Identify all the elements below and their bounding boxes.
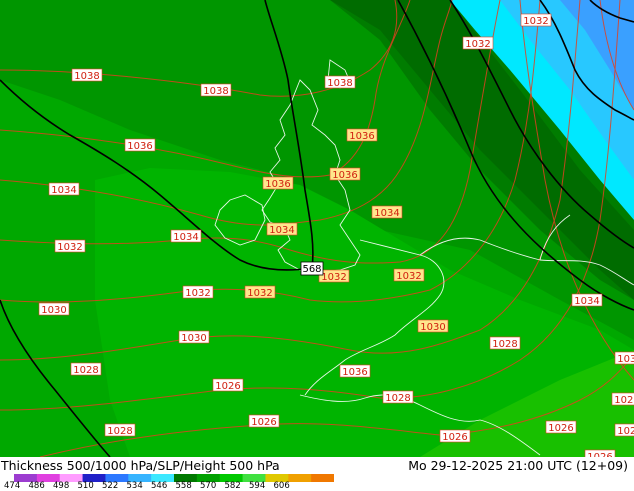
- isobar-label-text: 1036: [265, 179, 290, 190]
- isobar-label-text: 1032: [396, 271, 421, 282]
- isobar-label: 1026: [439, 429, 471, 443]
- colorbar-segment: [311, 474, 334, 482]
- isobar-label: 1034: [170, 229, 202, 243]
- isobar-label-text: 1032: [321, 272, 346, 283]
- isobar-label-text: 1036: [332, 170, 357, 181]
- isobar-label: 1026: [545, 420, 577, 434]
- isobar-label-text: 1034: [374, 208, 399, 219]
- isobar-label-text: 1032: [185, 288, 210, 299]
- isobar-label-text: 1036: [127, 141, 152, 152]
- isobar-label: 1030: [417, 319, 449, 333]
- isobar-label: 1038: [324, 75, 356, 89]
- isobar-label: 1032: [244, 285, 276, 299]
- isobar-label-text: 1028: [385, 393, 410, 404]
- isobar-label-text: 1032: [57, 242, 82, 253]
- isobar-label-text: 1026: [442, 432, 467, 443]
- isobar-label: 1032: [182, 285, 214, 299]
- valid-time: Mo 29-12-2025 21:00 UTC (12+09): [408, 458, 628, 473]
- isobar-label: 1034: [48, 182, 80, 196]
- isobar-label-text: 1026: [251, 417, 276, 428]
- isobar-label: 1032: [520, 13, 552, 27]
- isobar-label: 1036: [346, 128, 378, 142]
- isobar-label: 1026: [212, 378, 244, 392]
- height-label-text: 568: [302, 264, 321, 275]
- isobar-label: 1032: [54, 239, 86, 253]
- isobar-label: 1032: [393, 268, 425, 282]
- isobar-label-text: 1030: [181, 333, 206, 344]
- isobar-label: 1032: [318, 269, 350, 283]
- isobar-label: 1028: [70, 362, 102, 376]
- isobar-label-text: 1038: [74, 71, 99, 82]
- isobar-label-text: 1038: [203, 86, 228, 97]
- isobar-label-text: 1032: [247, 288, 272, 299]
- isobar-label: 1028: [104, 423, 136, 437]
- isobar-label-text: 1034: [269, 225, 294, 236]
- isobar-label: 1034: [571, 293, 603, 307]
- isobar-label: 1036: [329, 167, 361, 181]
- isobar-label: 1030: [178, 330, 210, 344]
- isobar-label-text: 1028: [614, 395, 634, 406]
- isobar-label-text: 1030: [41, 305, 66, 316]
- isobar-label: 1026: [584, 449, 616, 457]
- isobar-label-text: 1028: [107, 426, 132, 437]
- isobar-label-text: 1036: [342, 367, 367, 378]
- isobar-label-text: 1030: [617, 354, 634, 365]
- isobar-label-text: 1026: [215, 381, 240, 392]
- isobar-label: 1036: [339, 364, 371, 378]
- isobar-label: 1036: [124, 138, 156, 152]
- isobar-label-text: 1034: [574, 296, 599, 307]
- isobar-label-text: 1028: [617, 426, 634, 437]
- isobar-label-text: 1032: [465, 39, 490, 50]
- isobar-label: 1028: [611, 392, 634, 406]
- isobar-label-text: 1030: [420, 322, 445, 333]
- isobar-label-text: 1038: [327, 78, 352, 89]
- isobar-label: 1028: [382, 390, 414, 404]
- weather-map: 1038 1038 1038 1036 1036 1036 1036 1034 1034 1034…: [0, 0, 634, 457]
- isobar-label-text: 1026: [548, 423, 573, 434]
- isobar-label-text: 1032: [523, 16, 548, 27]
- isobar-label: 1038: [200, 83, 232, 97]
- isobar-label-text: 1034: [51, 185, 76, 196]
- isobar-label-text: 1028: [492, 339, 517, 350]
- colorbar-segment: [288, 474, 312, 482]
- isobar-label: 1026: [248, 414, 280, 428]
- isobar-label: 1028: [614, 423, 634, 437]
- height-label-568: 568: [300, 261, 324, 276]
- isobar-label-text: 1034: [173, 232, 198, 243]
- isobar-label: 1030: [38, 302, 70, 316]
- isobar-label-text: 1028: [73, 365, 98, 376]
- isobar-label: 1032: [462, 36, 494, 50]
- isobar-label: 1028: [489, 336, 521, 350]
- isobar-label: 1030: [614, 351, 634, 365]
- product-title: Thickness 500/1000 hPa/SLP/Height 500 hP…: [1, 458, 280, 473]
- isobar-label: 1034: [371, 205, 403, 219]
- map-footer: Thickness 500/1000 hPa/SLP/Height 500 hP…: [0, 457, 634, 491]
- isobar-label-text: 1036: [349, 131, 374, 142]
- isobar-label: 1034: [266, 222, 298, 236]
- isobar-label: 1038: [71, 68, 103, 82]
- isobar-label: 1036: [262, 176, 294, 190]
